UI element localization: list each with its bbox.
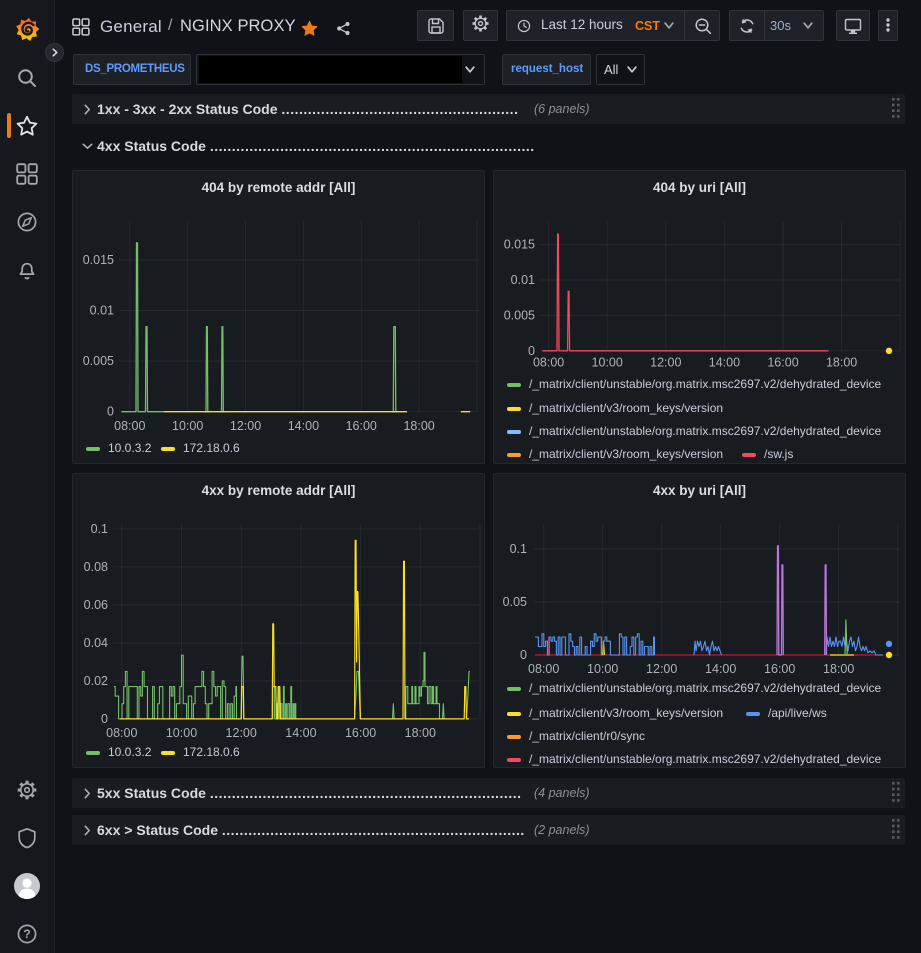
svg-text:14:00: 14:00 bbox=[285, 726, 316, 740]
svg-text:16:00: 16:00 bbox=[764, 662, 795, 676]
svg-text:16:00: 16:00 bbox=[345, 726, 376, 740]
svg-text:12:00: 12:00 bbox=[230, 419, 261, 433]
svg-text:14:00: 14:00 bbox=[288, 419, 319, 433]
svg-text:08:00: 08:00 bbox=[533, 356, 564, 370]
svg-text:0.04: 0.04 bbox=[84, 636, 108, 650]
svg-text:12:00: 12:00 bbox=[226, 726, 257, 740]
svg-text:0.08: 0.08 bbox=[84, 560, 108, 574]
svg-text:0.06: 0.06 bbox=[84, 598, 108, 612]
svg-text:0.01: 0.01 bbox=[90, 304, 114, 318]
svg-text:0: 0 bbox=[107, 405, 114, 419]
svg-text:0.005: 0.005 bbox=[83, 354, 114, 368]
svg-text:12:00: 12:00 bbox=[650, 356, 681, 370]
svg-text:16:00: 16:00 bbox=[346, 419, 377, 433]
svg-text:08:00: 08:00 bbox=[106, 726, 137, 740]
svg-text:0.02: 0.02 bbox=[84, 674, 108, 688]
svg-text:16:00: 16:00 bbox=[767, 356, 798, 370]
svg-text:0.005: 0.005 bbox=[504, 308, 535, 322]
svg-text:10:00: 10:00 bbox=[172, 419, 203, 433]
svg-text:0.01: 0.01 bbox=[511, 273, 535, 287]
svg-text:08:00: 08:00 bbox=[528, 662, 559, 676]
svg-text:18:00: 18:00 bbox=[405, 726, 436, 740]
svg-text:10:00: 10:00 bbox=[587, 662, 618, 676]
svg-text:0: 0 bbox=[520, 648, 527, 662]
svg-text:14:00: 14:00 bbox=[705, 662, 736, 676]
svg-text:0.015: 0.015 bbox=[504, 238, 535, 252]
svg-text:18:00: 18:00 bbox=[826, 356, 857, 370]
svg-text:0.015: 0.015 bbox=[83, 253, 114, 267]
svg-text:08:00: 08:00 bbox=[114, 419, 145, 433]
svg-text:10:00: 10:00 bbox=[166, 726, 197, 740]
svg-text:0.1: 0.1 bbox=[510, 542, 527, 556]
svg-text:0.05: 0.05 bbox=[503, 595, 527, 609]
svg-text:18:00: 18:00 bbox=[823, 662, 854, 676]
svg-text:0: 0 bbox=[101, 712, 108, 726]
svg-text:14:00: 14:00 bbox=[709, 356, 740, 370]
svg-text:18:00: 18:00 bbox=[403, 419, 434, 433]
svg-text:10:00: 10:00 bbox=[592, 356, 623, 370]
svg-text:12:00: 12:00 bbox=[646, 662, 677, 676]
svg-text:?: ? bbox=[23, 927, 30, 941]
svg-text:0.1: 0.1 bbox=[91, 522, 108, 536]
